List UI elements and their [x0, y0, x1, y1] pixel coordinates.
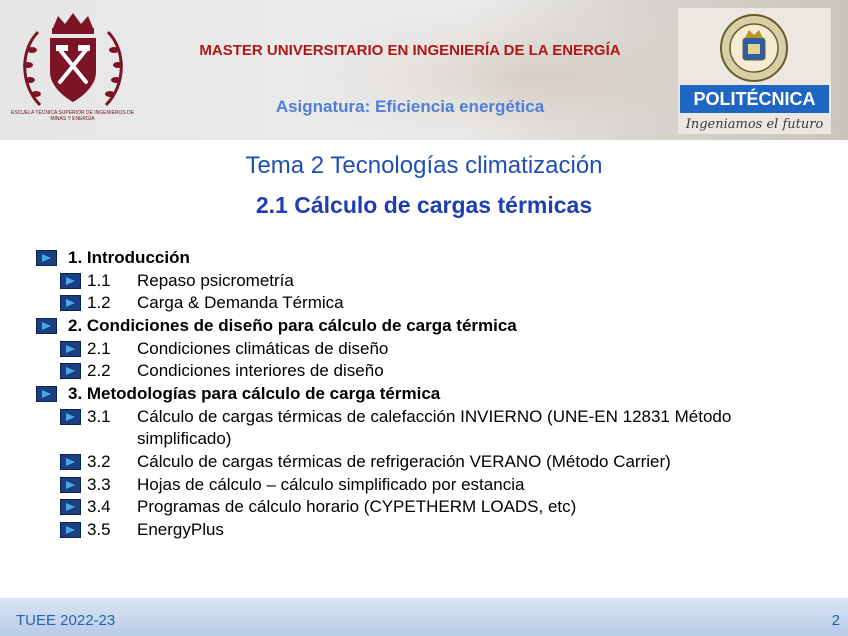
- bullet-arrow-icon: [60, 363, 81, 379]
- upm-seal-icon: [720, 14, 788, 82]
- outline-item-num: 2.1: [87, 339, 111, 358]
- outline-item-text: EnergyPlus: [137, 520, 224, 539]
- bullet-arrow-icon: [60, 409, 81, 425]
- outline-item-num: 2.2: [87, 361, 111, 380]
- outline-item-text: Hojas de cálculo – cálculo simplificado …: [137, 475, 525, 494]
- bullet-arrow-icon: [60, 522, 81, 538]
- school-name-text: ESCUELA TÉCNICA SUPERIOR DE INGENIEROS D…: [11, 110, 134, 122]
- outline-item-text: Condiciones climáticas de diseño: [137, 339, 389, 358]
- bullet-arrow-icon: [60, 273, 81, 289]
- outline-item-num: 1.1: [87, 271, 111, 290]
- outline-item-text: Cálculo de cargas térmicas de calefacció…: [137, 407, 732, 426]
- outline-item-num: 3.1: [87, 407, 111, 426]
- outline-item-num: 1.2: [87, 293, 111, 312]
- bullet-arrow-icon: [36, 250, 57, 266]
- outline-item-text: Repaso psicrometría: [137, 271, 294, 290]
- outline-section-2: 2. Condiciones de diseño para cálculo de…: [68, 316, 517, 335]
- bullet-arrow-icon: [60, 341, 81, 357]
- outline-item-text: Cálculo de cargas térmicas de refrigerac…: [137, 452, 671, 471]
- slide-subtitle: 2.1 Cálculo de cargas térmicas: [255, 192, 593, 218]
- header-background-image: [300, 0, 680, 140]
- bullet-arrow-icon: [60, 454, 81, 470]
- slide-footer: TUEE 2022-23 2: [0, 598, 848, 636]
- course-code: TUEE 2022-23: [16, 612, 116, 629]
- slide-header: ESCUELA TÉCNICA SUPERIOR DE INGENIEROS D…: [0, 0, 848, 140]
- outline-item-num: 3.3: [87, 475, 111, 494]
- outline-item-text: Condiciones interiores de diseño: [137, 361, 384, 380]
- outline-item-num: 3.2: [87, 452, 111, 471]
- outline-item-text: Programas de cálculo horario (CYPETHERM …: [137, 497, 577, 516]
- bullet-arrow-icon: [60, 499, 81, 515]
- outline-section-1: 1. Introducción: [68, 248, 190, 267]
- outline-item-text: Carga & Demanda Térmica: [137, 293, 344, 312]
- outline-item-text-continued: simplificado): [137, 429, 232, 448]
- outline-item-num: 3.4: [87, 497, 111, 516]
- bullet-arrow-icon: [60, 477, 81, 493]
- asignatura-title: Asignatura: Eficiencia energética: [275, 97, 545, 116]
- upm-badge: POLITÉCNICA: [680, 85, 829, 113]
- bullet-arrow-icon: [36, 318, 57, 334]
- bullet-arrow-icon: [36, 386, 57, 402]
- master-title: MASTER UNIVERSITARIO EN INGENIERÍA DE LA…: [199, 42, 621, 59]
- slide-title: Tema 2 Tecnologías climatización: [245, 152, 603, 179]
- outline-item-num: 3.5: [87, 520, 111, 539]
- outline-section-3: 3. Metodologías para cálculo de carga té…: [68, 384, 441, 403]
- upm-logo-panel: POLITÉCNICA Ingeniamos el futuro: [678, 8, 831, 134]
- page-number: 2: [831, 612, 840, 629]
- upm-slogan: Ingeniamos el futuro: [685, 117, 824, 132]
- bullet-arrow-icon: [60, 295, 81, 311]
